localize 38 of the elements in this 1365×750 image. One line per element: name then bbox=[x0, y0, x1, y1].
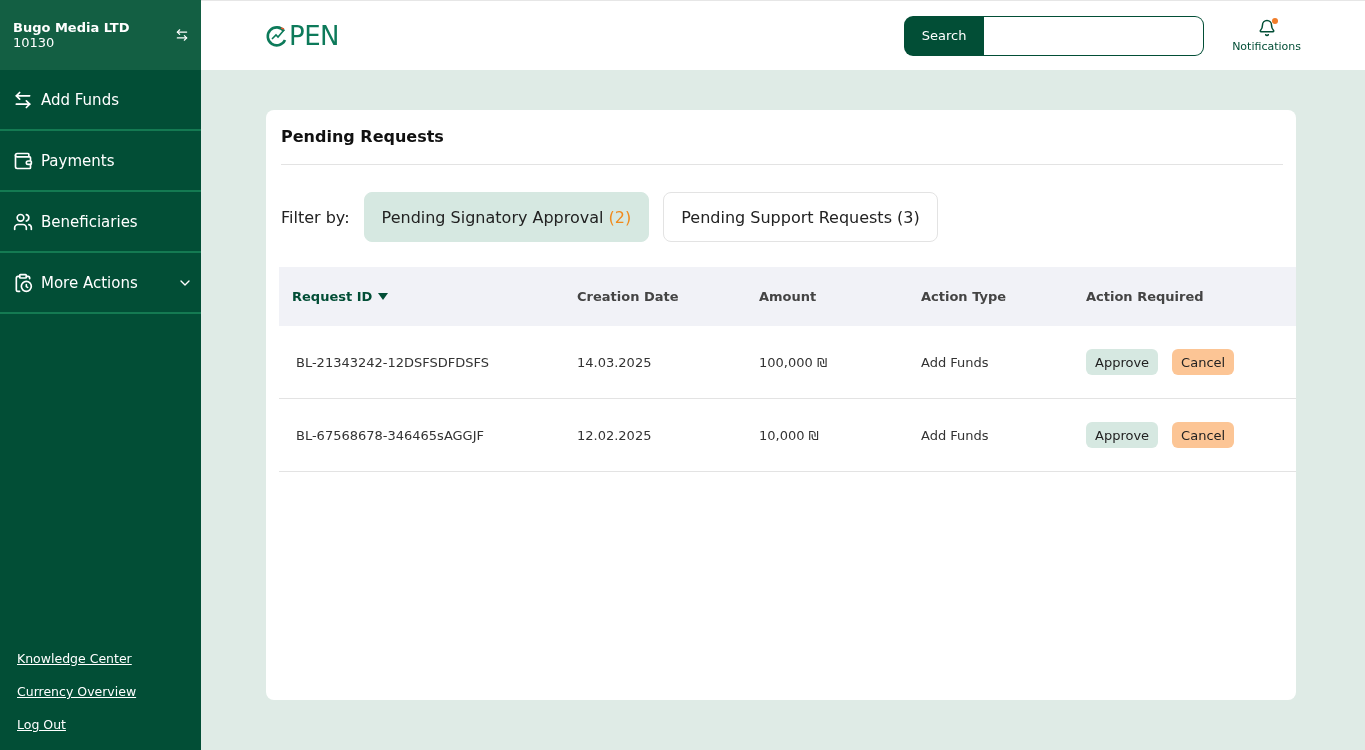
switch-icon[interactable] bbox=[175, 28, 189, 42]
bell-icon bbox=[1257, 18, 1276, 37]
logo-mark-icon bbox=[265, 23, 289, 48]
table-cell: Add Funds bbox=[908, 399, 1073, 472]
account-number: 10130 bbox=[13, 35, 56, 50]
table-cell: Add Funds bbox=[908, 326, 1073, 399]
column-header[interactable]: Action Required bbox=[1073, 267, 1296, 326]
logo: PEN bbox=[265, 20, 340, 51]
cancel-button[interactable]: Cancel bbox=[1172, 349, 1235, 375]
filter-chip[interactable]: Pending Support Requests (3) bbox=[663, 192, 938, 242]
notifications-button[interactable]: Notifications bbox=[1232, 18, 1301, 53]
table-cell: 12.02.2025 bbox=[564, 399, 746, 472]
filter-chip[interactable]: Pending Signatory Approval (2) bbox=[363, 192, 650, 242]
footer-link[interactable]: Log Out bbox=[17, 717, 66, 732]
search-button[interactable]: Search bbox=[904, 15, 985, 56]
column-header[interactable]: Creation Date bbox=[564, 267, 746, 326]
column-header[interactable]: Request ID bbox=[279, 267, 564, 326]
footer-link[interactable]: Currency Overview bbox=[17, 684, 137, 699]
clipboard-clock-icon bbox=[13, 272, 33, 293]
table-cell: 14.03.2025 bbox=[564, 326, 746, 399]
users-icon bbox=[13, 211, 33, 232]
table-cell: BL-21343242-12DSFSDFDSFS bbox=[279, 326, 564, 399]
arrows-icon bbox=[13, 89, 33, 110]
column-header[interactable]: Amount bbox=[746, 267, 908, 326]
column-header[interactable]: Action Type bbox=[908, 267, 1073, 326]
sort-down-icon bbox=[378, 293, 389, 300]
account-name: Bugo Media LTD bbox=[13, 20, 130, 35]
wallet-icon bbox=[13, 150, 33, 171]
table-cell: BL-67568678-346465sAGGJF bbox=[279, 399, 564, 472]
cancel-button[interactable]: Cancel bbox=[1172, 422, 1235, 448]
footer-link[interactable]: Knowledge Center bbox=[17, 651, 132, 666]
panel-title: Pending Requests bbox=[281, 110, 1283, 165]
approve-button[interactable]: Approve bbox=[1086, 422, 1159, 448]
table-cell: 100,000 ₪ bbox=[746, 326, 908, 399]
approve-button[interactable]: Approve bbox=[1086, 349, 1159, 375]
search-field[interactable] bbox=[984, 15, 1205, 56]
table-cell: 10,000 ₪ bbox=[746, 399, 908, 472]
filter-label: Filter by: bbox=[281, 207, 350, 227]
